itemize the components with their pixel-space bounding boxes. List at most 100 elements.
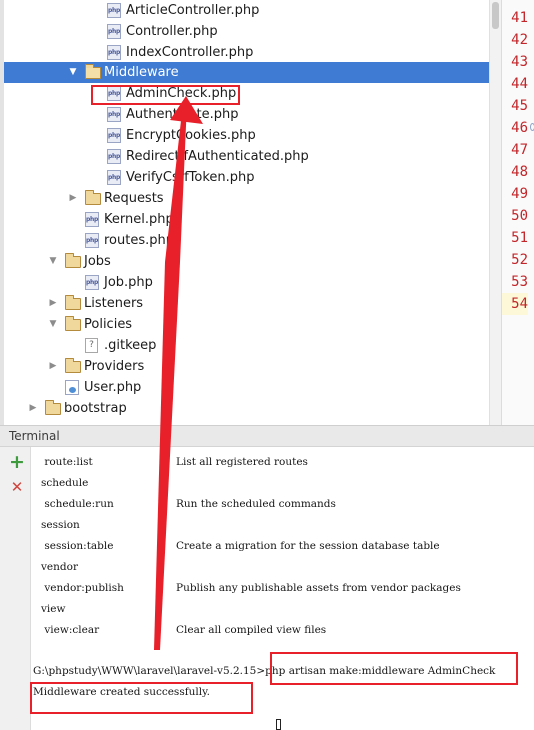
tree-item-label: Jobs xyxy=(84,254,111,269)
tree-item[interactable]: ▼ Middleware xyxy=(4,62,489,83)
line-number: 51 xyxy=(511,230,528,246)
tree-item[interactable]: ? .gitkeep xyxy=(4,335,489,356)
project-tree-scrollbar[interactable] xyxy=(489,0,501,425)
tree-item[interactable]: php Job.php xyxy=(4,272,489,293)
line-number: 42 xyxy=(511,32,528,48)
line-number: 54 xyxy=(502,293,528,315)
php-file-icon: php xyxy=(85,233,99,248)
line-number: 53 xyxy=(511,274,528,290)
php-file-icon: php xyxy=(107,86,121,101)
line-number: 49 xyxy=(511,186,528,202)
tree-item-label: Requests xyxy=(104,191,164,206)
tree-item[interactable]: php Kernel.php xyxy=(4,209,489,230)
terminal-header: Terminal xyxy=(0,425,534,447)
terminal-command-text: G:\phpstudy\WWW\laravel\laravel-v5.2.15>… xyxy=(33,665,496,677)
tree-item-label: Kernel.php xyxy=(104,212,174,227)
tree-item[interactable]: ▶ Listeners xyxy=(4,293,489,314)
tree-item[interactable]: php EncryptCookies.php xyxy=(4,125,489,146)
close-session-button[interactable]: ✕ xyxy=(9,479,25,495)
terminal-command-text: route:list xyxy=(41,456,93,468)
tree-item[interactable]: php routes.php xyxy=(4,230,489,251)
new-session-button[interactable]: + xyxy=(9,453,25,472)
terminal-description-text: List all registered routes xyxy=(176,456,308,468)
collapse-arrow-icon[interactable]: ▶ xyxy=(27,398,39,419)
collapse-arrow-icon[interactable]: ▶ xyxy=(47,356,59,377)
fold-marker-icon[interactable] xyxy=(530,123,534,131)
tree-item-label: Policies xyxy=(84,317,133,332)
tree-item[interactable]: php VerifyCsrfToken.php xyxy=(4,167,489,188)
terminal-description-text: Run the scheduled commands xyxy=(176,498,336,510)
tree-item[interactable]: php Controller.php xyxy=(4,21,489,42)
php-file-icon: php xyxy=(107,149,121,164)
tree-item[interactable]: php RedirectIfAuthenticated.php xyxy=(4,146,489,167)
tree-item[interactable]: ▶ Requests xyxy=(4,188,489,209)
folder-icon xyxy=(85,190,101,205)
tree-item-label: Authenticate.php xyxy=(126,107,239,122)
line-number: 44 xyxy=(511,76,528,92)
tree-item[interactable]: php ArticleController.php xyxy=(4,0,489,21)
terminal-line: schedule:run Run the scheduled commands xyxy=(41,494,336,514)
line-number: 48 xyxy=(511,164,528,180)
line-number: 47 xyxy=(511,142,528,158)
expand-arrow-icon[interactable]: ▼ xyxy=(67,62,79,83)
tree-item[interactable]: ▼ Policies xyxy=(4,314,489,335)
expand-arrow-icon[interactable]: ▼ xyxy=(47,251,59,272)
tree-item-label: VerifyCsrfToken.php xyxy=(126,170,255,185)
php-file-icon: php xyxy=(107,45,121,60)
collapse-arrow-icon[interactable]: ▶ xyxy=(47,293,59,314)
terminal-description-text: Clear all compiled view files xyxy=(176,624,327,636)
tree-item[interactable]: ▶ bootstrap xyxy=(4,398,489,419)
tree-item[interactable]: User.php xyxy=(4,377,489,398)
tree-item-label: Job.php xyxy=(104,275,153,290)
terminal-line: schedule xyxy=(41,473,88,493)
editor-gutter: 54 53 52 51 50 49 48 47 46 45 44 43 42 41 xyxy=(501,0,534,425)
line-number: 45 xyxy=(511,98,528,114)
folder-icon xyxy=(65,358,81,373)
terminal-line: view:clear Clear all compiled view files xyxy=(41,620,326,640)
terminal-title[interactable]: Terminal xyxy=(9,429,60,443)
php-file-icon: php xyxy=(107,24,121,39)
tree-item[interactable]: php IndexController.php xyxy=(4,42,489,63)
terminal-line: route:list List all registered routes xyxy=(41,452,308,472)
project-tree[interactable]: php ArticleController.php php Controller.ph… xyxy=(0,0,489,425)
terminal-line: view xyxy=(41,599,66,619)
folder-icon xyxy=(85,64,101,79)
collapse-arrow-icon[interactable]: ▶ xyxy=(67,188,79,209)
terminal-command-text: Middleware created successfully. xyxy=(33,686,210,698)
scrollbar-thumb[interactable] xyxy=(492,2,499,29)
php-file-icon: php xyxy=(85,212,99,227)
terminal-line: session xyxy=(41,515,80,535)
terminal-command-text: session:table xyxy=(41,540,114,552)
terminal-command-text: schedule xyxy=(41,477,89,489)
php-file-icon: php xyxy=(85,275,99,290)
tree-item[interactable]: ▶ Providers xyxy=(4,356,489,377)
terminal-description-text: Publish any publishable assets from vend… xyxy=(176,582,461,594)
tree-item-label: Controller.php xyxy=(126,24,218,39)
terminal-command-text: session xyxy=(41,519,80,531)
tree-item[interactable]: ▼ Jobs xyxy=(4,251,489,272)
folder-icon xyxy=(65,316,81,331)
folder-icon xyxy=(65,253,81,268)
tree-item-label: EncryptCookies.php xyxy=(126,128,256,143)
line-number: 50 xyxy=(511,208,528,224)
tree-item-label: bootstrap xyxy=(64,401,127,416)
tree-item[interactable]: php Authenticate.php xyxy=(4,104,489,125)
php-file-icon: php xyxy=(107,3,121,18)
folder-icon xyxy=(45,400,61,415)
terminal-output[interactable]: route:list List all registered routes sche… xyxy=(31,447,534,730)
tree-item-label: Providers xyxy=(84,359,145,374)
line-number: 52 xyxy=(511,252,528,268)
tree-item-label: User.php xyxy=(84,380,142,395)
tree-item-label: IndexController.php xyxy=(126,45,254,60)
php-file-icon: php xyxy=(107,107,121,122)
terminal-line: Middleware created successfully. xyxy=(33,682,210,702)
tree-item-label: RedirectIfAuthenticated.php xyxy=(126,149,309,164)
terminal-line: vendor xyxy=(41,557,78,577)
tree-item-label: .gitkeep xyxy=(104,338,157,353)
terminal-line: session:table Create a migration for the … xyxy=(41,536,439,556)
terminal-command-text: view xyxy=(41,603,66,615)
php-file-icon: php xyxy=(107,128,121,143)
expand-arrow-icon[interactable]: ▼ xyxy=(47,314,59,335)
line-number: 43 xyxy=(511,54,528,70)
tree-item[interactable]: php AdminCheck.php xyxy=(4,83,489,104)
